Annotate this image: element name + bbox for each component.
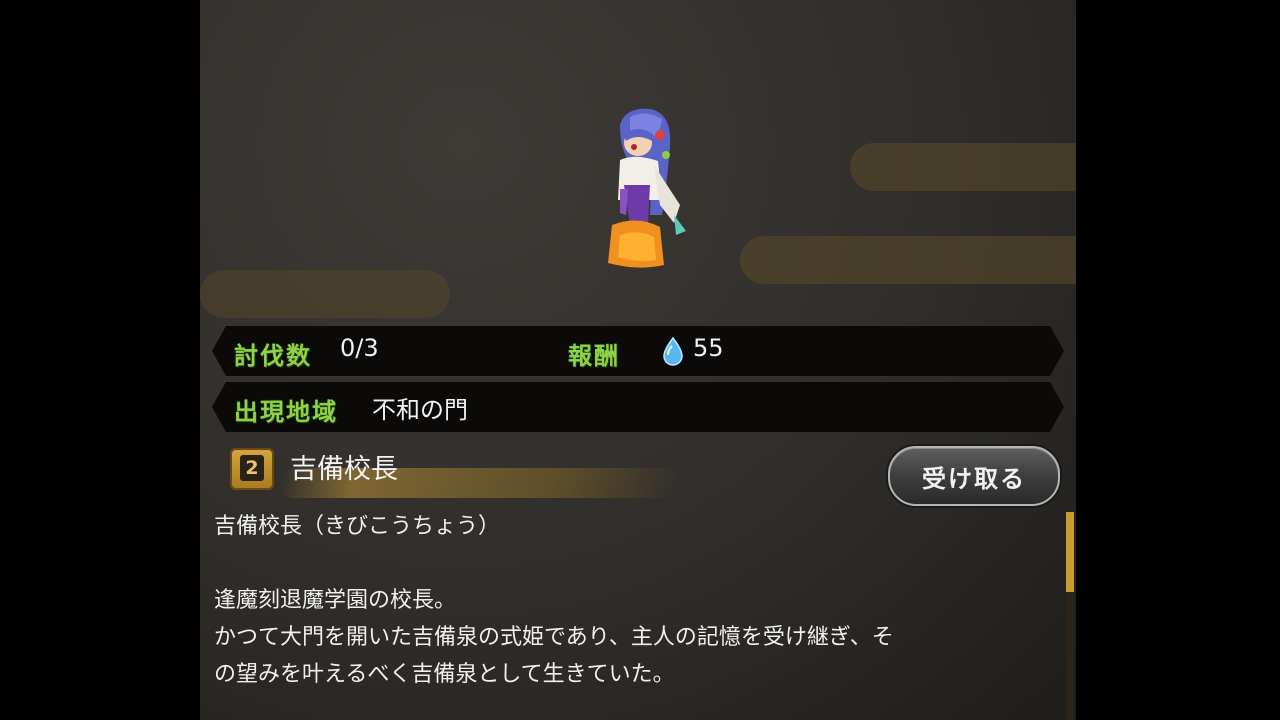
background-cloud (200, 270, 450, 318)
description-scrollbar[interactable] (1066, 512, 1074, 720)
quest-detail-screen: 討伐数 0/3 報酬 55 出現地域 不和の門 2 吉備校長 受け取る 吉備校長… (200, 0, 1076, 720)
info-row-area: 出現地域 不和の門 (212, 382, 1064, 432)
description-line: かつて大門を開いた吉備泉の式姫であり、主人の記憶を受け継ぎ、そ (214, 625, 894, 650)
kill-count-value: 0/3 (340, 334, 379, 362)
character-name: 吉備校長 (290, 454, 398, 485)
character-number: 2 (240, 455, 264, 481)
appearance-area-value: 不和の門 (372, 396, 468, 424)
description-line: 逢魔刻退魔学園の校長。 (214, 588, 457, 613)
character-number-badge: 2 (230, 448, 274, 490)
character-sprite (608, 108, 686, 268)
description-line: の望みを叶えるべく吉備泉として生きていた。 (214, 662, 675, 687)
character-description[interactable]: 吉備校長（きびこうちょう） 逢魔刻退魔学園の校長。 かつて大門を開いた吉備泉の式… (214, 508, 1054, 720)
reward-value: 55 (693, 334, 724, 362)
water-drop-icon (663, 336, 683, 366)
description-blank-line (214, 545, 1054, 582)
appearance-area-label: 出現地域 (234, 397, 338, 426)
receive-button[interactable]: 受け取る (888, 446, 1060, 506)
background-cloud (850, 143, 1076, 191)
scrollbar-thumb[interactable] (1066, 512, 1074, 592)
description-line: 吉備校長（きびこうちょう） (214, 514, 501, 539)
background-cloud (740, 236, 1076, 284)
kill-count-label: 討伐数 (234, 341, 312, 370)
info-row-kills-reward: 討伐数 0/3 報酬 55 (212, 326, 1064, 376)
reward-label: 報酬 (568, 341, 620, 370)
